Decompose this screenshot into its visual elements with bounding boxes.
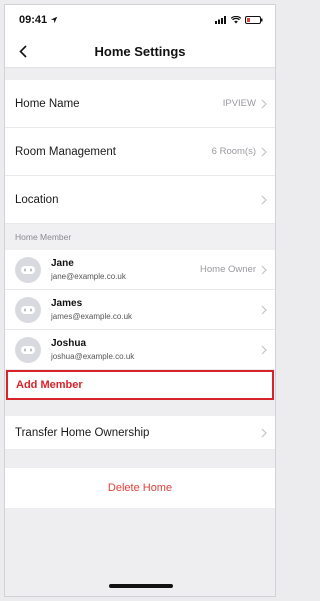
home-name-row[interactable]: Home Name IPVIEW: [5, 80, 275, 128]
chevron-left-icon: [19, 44, 27, 58]
chevron-right-icon: [261, 265, 267, 274]
home-name-value-group: IPVIEW: [223, 98, 267, 109]
chevron-right-icon: [261, 147, 267, 156]
member-row-james[interactable]: James james@example.co.uk: [5, 290, 275, 330]
robot-avatar-icon: [21, 305, 35, 314]
member-role-group: [261, 345, 267, 355]
robot-avatar-icon: [21, 265, 35, 274]
robot-avatar-icon: [21, 345, 35, 354]
delete-home-button[interactable]: Delete Home: [5, 468, 275, 508]
status-time: 09:41: [19, 14, 48, 26]
member-info: Jane jane@example.co.uk: [51, 258, 200, 281]
transfer-ownership-label: Transfer Home Ownership: [15, 426, 150, 439]
member-name: Jane: [51, 258, 74, 269]
room-management-value-group: 6 Room(s): [212, 146, 267, 157]
home-name-label: Home Name: [15, 97, 80, 110]
location-label: Location: [15, 193, 59, 206]
room-count-value: 6 Room(s): [211, 146, 256, 157]
member-role: Home Owner: [200, 264, 256, 275]
member-info: James james@example.co.uk: [51, 298, 261, 321]
location-row[interactable]: Location: [5, 176, 275, 224]
wifi-icon: [231, 16, 241, 24]
status-bar: 09:41: [5, 5, 275, 35]
avatar: [15, 296, 41, 323]
room-management-row[interactable]: Room Management 6 Room(s): [5, 128, 275, 176]
battery-icon: [245, 16, 263, 24]
add-member-button[interactable]: Add Member: [6, 370, 274, 400]
transfer-ownership-row[interactable]: Transfer Home Ownership: [5, 416, 275, 450]
member-row-jane[interactable]: Jane jane@example.co.uk Home Owner: [5, 250, 275, 290]
member-email: jane@example.co.uk: [51, 272, 126, 281]
member-name: James: [51, 298, 83, 309]
location-arrow-icon: [50, 16, 58, 24]
member-role-group: Home Owner: [200, 264, 267, 275]
signal-icon: [215, 16, 226, 24]
chevron-right-icon: [261, 345, 267, 354]
member-email: james@example.co.uk: [51, 312, 133, 321]
transfer-chevron-group: [261, 428, 267, 438]
home-name-value: IPVIEW: [222, 98, 256, 109]
back-button[interactable]: [13, 41, 33, 61]
status-time-group: 09:41: [19, 14, 58, 26]
phone-screen: 09:41 Home Settings Home Name IPVIEW Roo…: [4, 4, 276, 597]
member-info: Joshua joshua@example.co.uk: [51, 338, 261, 361]
member-role-group: [261, 305, 267, 315]
navigation-bar: Home Settings: [5, 35, 275, 68]
status-icons: [215, 16, 263, 24]
member-email: joshua@example.co.uk: [51, 352, 135, 361]
location-value-group: [261, 195, 267, 205]
avatar: [15, 336, 41, 363]
member-name: Joshua: [51, 338, 87, 349]
page-title: Home Settings: [94, 43, 186, 59]
chevron-right-icon: [261, 195, 267, 204]
room-management-label: Room Management: [15, 145, 116, 158]
member-row-joshua[interactable]: Joshua joshua@example.co.uk: [5, 330, 275, 370]
home-member-section-header: Home Member: [5, 224, 275, 250]
chevron-right-icon: [261, 305, 267, 314]
avatar: [15, 256, 41, 283]
chevron-right-icon: [261, 428, 267, 437]
home-indicator: [109, 584, 173, 588]
chevron-right-icon: [261, 99, 267, 108]
